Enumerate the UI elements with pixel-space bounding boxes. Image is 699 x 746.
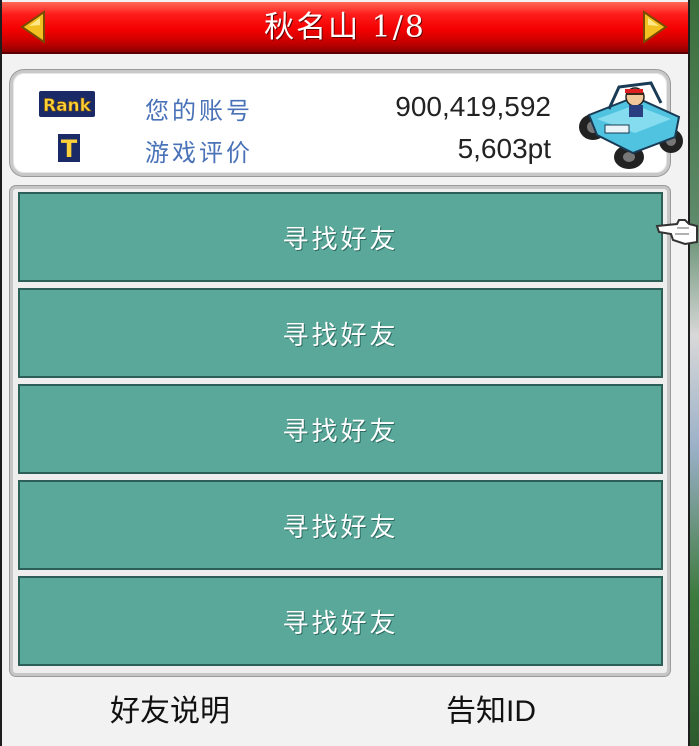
rank-logo-text: Rank — [43, 96, 92, 116]
rank-tier-badge: T — [57, 133, 81, 163]
rating-label: 游戏评价 — [145, 139, 253, 167]
triangle-right-icon — [643, 10, 668, 44]
background-scene-strip — [690, 0, 699, 746]
find-friend-label: 寻找好友 — [282, 512, 399, 543]
find-friend-label: 寻找好友 — [282, 320, 399, 351]
rating-value: 5,603pt — [457, 133, 551, 164]
player-info-panel: Rank T 您的账号 900,419,592 游戏评价 5,603pt — [10, 70, 683, 176]
find-friend-label: 寻找好友 — [282, 608, 399, 639]
find-friend-label: 寻找好友 — [282, 416, 399, 447]
header-bar: 秋名山 1/8 — [2, 2, 688, 54]
course-title: 秋名山 1/8 — [264, 10, 426, 45]
notify-id-label-id: ID — [506, 695, 536, 728]
pointing-hand-icon — [655, 212, 699, 248]
buggy-car-icon — [575, 75, 687, 171]
find-friend-button[interactable]: 寻找好友 — [18, 192, 663, 282]
rank-tier-text: T — [61, 135, 78, 163]
find-friend-button[interactable]: 寻找好友 — [18, 288, 663, 378]
friend-list: 寻找好友 寻找好友 寻找好友 寻找好友 寻找好友 — [10, 186, 670, 676]
find-friend-button[interactable]: 寻找好友 — [18, 480, 663, 570]
notify-id-button[interactable]: 告知ID — [446, 690, 536, 734]
account-value: 900,419,592 — [395, 91, 551, 122]
find-friend-label: 寻找好友 — [282, 224, 399, 255]
find-friend-button[interactable]: 寻找好友 — [18, 576, 663, 666]
find-friend-button[interactable]: 寻找好友 — [18, 384, 663, 474]
rank-logo: Rank — [39, 91, 95, 117]
account-label: 您的账号 — [145, 97, 253, 125]
friend-help-button[interactable]: 好友说明 — [110, 690, 230, 734]
next-page-button[interactable] — [642, 10, 668, 44]
notify-id-label-cjk: 告知 — [446, 694, 506, 729]
